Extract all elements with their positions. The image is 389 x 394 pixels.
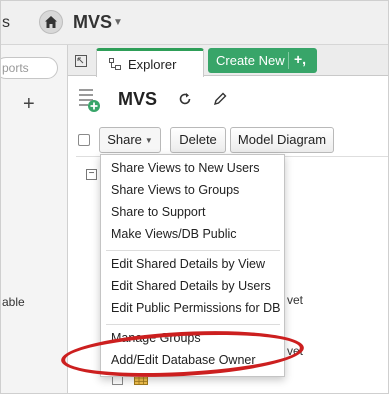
- menu-item-share-to-support[interactable]: Share to Support: [111, 205, 206, 219]
- collapse-icon[interactable]: [75, 55, 87, 67]
- collapse-tree-icon[interactable]: −: [86, 169, 97, 180]
- create-new-button[interactable]: Create New +,: [208, 48, 317, 73]
- explorer-icon: [109, 58, 121, 70]
- sidebar: ports + able: [1, 45, 68, 393]
- menu-divider: [106, 250, 280, 251]
- add-icon[interactable]: +: [23, 93, 35, 116]
- model-diagram-button[interactable]: Model Diagram: [230, 127, 334, 153]
- menu-item-manage-groups[interactable]: Manage Groups: [111, 331, 201, 345]
- share-button[interactable]: Share ▼: [99, 127, 161, 153]
- share-label: Share: [107, 132, 142, 147]
- menu-item-edit-public-permissions[interactable]: Edit Public Permissions for DB: [111, 301, 281, 315]
- menu-divider: [106, 324, 280, 325]
- chevron-down-icon[interactable]: ▼: [113, 17, 123, 28]
- chevron-down-icon: ▼: [144, 135, 153, 145]
- menu-item-edit-shared-by-users[interactable]: Edit Shared Details by Users: [111, 279, 271, 293]
- divider: [288, 52, 289, 69]
- tab-explorer[interactable]: Explorer: [96, 48, 204, 77]
- share-menu: Share Views to New Users Share Views to …: [100, 154, 285, 377]
- top-bar: s MVS ▼: [1, 1, 388, 45]
- delete-button[interactable]: Delete: [170, 127, 226, 153]
- edit-icon[interactable]: [213, 92, 227, 106]
- menu-item-add-edit-owner[interactable]: Add/Edit Database Owner: [111, 353, 256, 367]
- menu-item-edit-shared-by-view[interactable]: Edit Shared Details by View: [111, 257, 265, 271]
- menu-item-share-views-new-users[interactable]: Share Views to New Users: [111, 161, 259, 175]
- clipped-text: s: [2, 14, 10, 31]
- menu-item-make-public[interactable]: Make Views/DB Public: [111, 227, 237, 241]
- list-item: vet: [287, 293, 304, 307]
- workspace-name[interactable]: MVS: [73, 12, 112, 33]
- sidebar-item-label[interactable]: able: [2, 295, 25, 309]
- home-icon: [45, 16, 57, 28]
- refresh-icon[interactable]: [178, 92, 192, 106]
- create-new-label: Create New: [216, 53, 285, 68]
- select-all-checkbox[interactable]: [78, 134, 90, 146]
- search-input[interactable]: ports: [1, 57, 58, 79]
- tab-label: Explorer: [128, 57, 177, 72]
- add-dropdown-icon[interactable]: +,: [294, 51, 306, 67]
- database-title: MVS: [118, 89, 158, 109]
- window: s MVS ▼ ports + able Explorer Create New…: [0, 0, 389, 394]
- list-item: vet: [287, 344, 304, 358]
- tab-strip: Explorer Create New +,: [68, 45, 388, 77]
- database-icon: [79, 89, 100, 112]
- home-button[interactable]: [39, 10, 63, 34]
- menu-item-share-views-groups[interactable]: Share Views to Groups: [111, 183, 239, 197]
